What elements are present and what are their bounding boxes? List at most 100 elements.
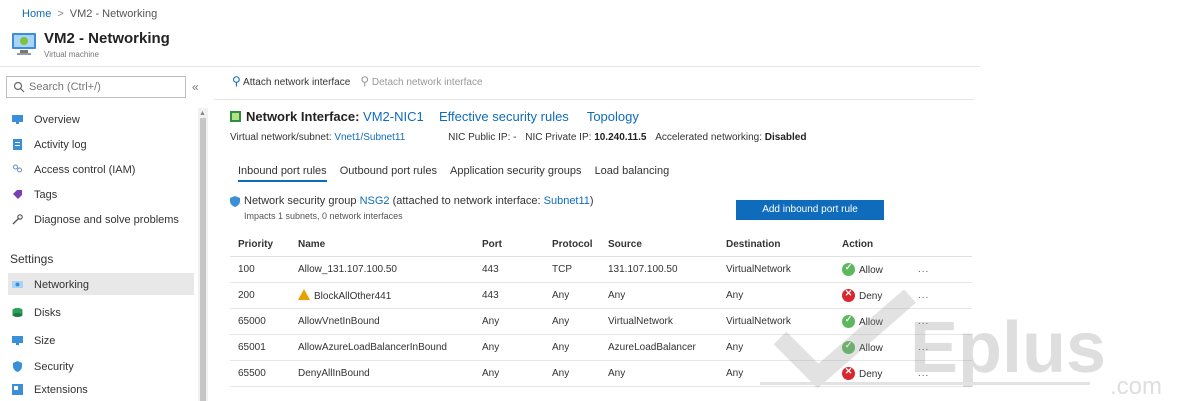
scroll-up-icon[interactable]: ▲	[199, 110, 206, 117]
column-header-name[interactable]: Name	[290, 232, 474, 257]
column-header-source[interactable]: Source	[600, 232, 718, 257]
monitor-icon	[12, 115, 23, 124]
action-cell: ✓ Allow	[834, 308, 910, 335]
sidebar-search[interactable]: Search (Ctrl+/)	[6, 76, 186, 98]
priority-cell: 65500	[230, 360, 290, 387]
svg-text:.com: .com	[1110, 373, 1162, 400]
nsg-subnet-link[interactable]: Subnet11	[544, 195, 590, 207]
sidebar-item-networking[interactable]: Networking	[8, 273, 194, 295]
sidebar-item-label: Size	[34, 335, 56, 347]
table-row[interactable]: 65500 DenyAllInBound Any Any Any Any ✕ De…	[230, 360, 972, 387]
detach-label: Detach network interface	[371, 77, 483, 88]
destination-cell: Any	[718, 282, 834, 309]
more-cell: ...	[910, 308, 972, 335]
port-cell: Any	[474, 360, 544, 387]
collapse-sidebar-button[interactable]: «	[192, 80, 199, 94]
vnet-label: Virtual network/subnet:	[230, 132, 332, 143]
priority-cell: 200	[230, 282, 290, 309]
sidebar-item-activity-log[interactable]: Activity log	[8, 133, 194, 155]
more-actions-button[interactable]: ...	[918, 316, 929, 327]
tag-icon	[13, 190, 22, 199]
column-header-destination[interactable]: Destination	[718, 232, 834, 257]
tab-load-balancing[interactable]: Load balancing	[595, 165, 670, 180]
sidebar-item-security[interactable]: Security	[8, 355, 194, 377]
column-header-priority[interactable]: Priority	[230, 232, 290, 257]
nsg-close-paren: )	[589, 195, 594, 207]
sidebar-item-label: Overview	[34, 114, 80, 126]
destination-cell: Any	[718, 334, 834, 361]
vm-networking-icon	[12, 33, 36, 55]
sidebar-scrollbar-thumb[interactable]	[200, 118, 206, 401]
sidebar-item-tags[interactable]: Tags	[8, 183, 194, 205]
sidebar-item-extensions[interactable]: Extensions	[8, 378, 194, 400]
more-actions-button[interactable]: ...	[918, 290, 929, 301]
nsg-line: Network security group NSG2 (attached to…	[244, 195, 594, 207]
action-cell: ✕ Deny	[834, 360, 910, 387]
action-cell: ✓ Allow	[834, 334, 910, 361]
sidebar-item-label: Extensions	[34, 384, 88, 396]
name-cell: AllowAzureLoadBalancerInBound	[290, 334, 474, 361]
nsg-name-link[interactable]: NSG2	[360, 195, 390, 207]
nic-name-link[interactable]: VM2-NIC1	[363, 109, 424, 124]
settings-section-header: Settings	[10, 252, 54, 266]
toolbar-divider	[214, 99, 974, 100]
action-label: Deny	[859, 291, 883, 302]
public-ip-label: NIC Public IP:	[448, 132, 511, 143]
topology-link[interactable]: Topology	[587, 109, 639, 124]
tab-outbound-port-rules[interactable]: Outbound port rules	[340, 165, 437, 180]
nic-title-prefix: Network Interface:	[246, 109, 360, 124]
effective-security-rules-link[interactable]: Effective security rules	[439, 109, 569, 124]
column-header-protocol[interactable]: Protocol	[544, 232, 600, 257]
more-cell: ...	[910, 360, 972, 387]
rule-name: BlockAllOther441	[314, 291, 392, 302]
priority-cell: 65001	[230, 334, 290, 361]
tab-inbound-port-rules[interactable]: Inbound port rules	[238, 165, 327, 182]
breadcrumb-home[interactable]: Home	[22, 8, 51, 20]
column-header-action[interactable]: Action	[834, 232, 910, 257]
nsg-prefix: Network security group	[244, 195, 357, 207]
sidebar-item-label: Disks	[34, 307, 61, 319]
destination-cell: VirtualNetwork	[718, 256, 834, 283]
protocol-cell: Any	[544, 282, 600, 309]
name-cell: Allow_131.107.100.50	[290, 256, 474, 283]
sidebar-item-label: Security	[34, 361, 74, 373]
nsg-shield-icon	[230, 196, 240, 207]
sidebar-item-overview[interactable]: Overview	[8, 108, 194, 130]
size-icon	[12, 336, 23, 345]
deny-icon: ✕	[842, 288, 855, 302]
more-actions-button[interactable]: ...	[918, 342, 929, 353]
sidebar-item-label: Access control (IAM)	[34, 164, 136, 176]
protocol-cell: TCP	[544, 256, 600, 283]
detach-icon: ⚲	[360, 74, 370, 88]
tab-application-security-groups[interactable]: Application security groups	[450, 165, 581, 180]
vnet-subnet-link[interactable]: Vnet1/Subnet11	[334, 132, 405, 143]
sidebar-item-size[interactable]: Size	[8, 329, 194, 351]
port-cell: 443	[474, 256, 544, 283]
add-inbound-port-rule-button[interactable]: Add inbound port rule	[736, 200, 884, 220]
deny-icon: ✕	[842, 366, 855, 380]
rules-tabs: Inbound port rules Outbound port rules A…	[238, 165, 679, 182]
priority-cell: 100	[230, 256, 290, 283]
more-actions-button[interactable]: ...	[918, 264, 929, 275]
attach-network-interface-button[interactable]: ⚲ Attach network interface	[232, 74, 350, 88]
action-label: Allow	[859, 317, 883, 328]
table-row[interactable]: 100 Allow_131.107.100.50 443 TCP 131.107…	[230, 256, 972, 283]
nic-links: Effective security rules Topology	[439, 109, 657, 124]
public-ip-value: -	[513, 132, 517, 143]
action-label: Allow	[859, 343, 883, 354]
extensions-icon	[12, 384, 23, 395]
network-interface-title: Network Interface: VM2-NIC1	[246, 109, 424, 124]
sidebar-item-access-control[interactable]: Access control (IAM)	[8, 158, 194, 180]
more-actions-button[interactable]: ...	[918, 368, 929, 379]
shield-icon	[13, 361, 22, 372]
detach-network-interface-button[interactable]: ⚲ Detach network interface	[360, 74, 483, 88]
table-row[interactable]: 200 BlockAllOther441 443 Any Any Any ✕ De…	[230, 282, 972, 309]
table-row[interactable]: 65001 AllowAzureLoadBalancerInBound Any …	[230, 334, 972, 361]
column-header-port[interactable]: Port	[474, 232, 544, 257]
breadcrumb-current[interactable]: VM2 - Networking	[70, 8, 157, 20]
sidebar-item-diagnose[interactable]: Diagnose and solve problems	[8, 208, 194, 230]
nsg-attached-text: (attached to network interface:	[392, 195, 541, 207]
table-row[interactable]: 65000 AllowVnetInBound Any Any VirtualNe…	[230, 308, 972, 335]
sidebar-item-disks[interactable]: Disks	[8, 301, 194, 323]
breadcrumb: Home > VM2 - Networking	[22, 8, 157, 20]
